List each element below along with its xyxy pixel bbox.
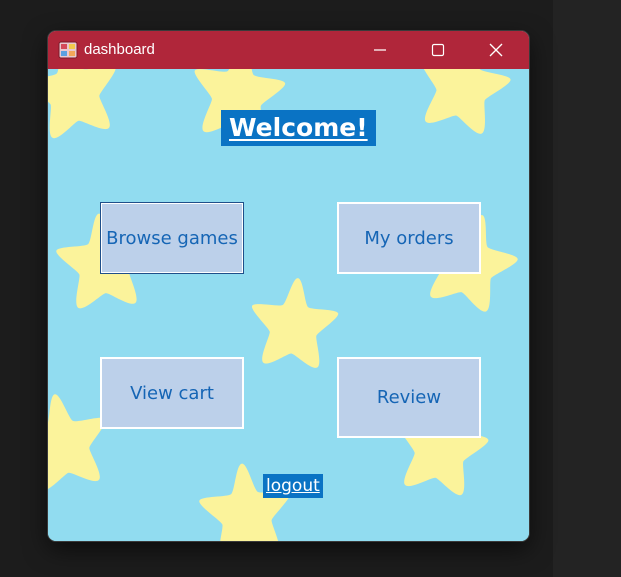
minimize-icon xyxy=(374,49,386,51)
star-shape xyxy=(408,69,518,138)
logout-link[interactable]: logout xyxy=(263,474,323,498)
minimize-button[interactable] xyxy=(351,31,409,69)
background-panel xyxy=(553,0,621,577)
star-shape xyxy=(48,69,126,142)
welcome-heading: Welcome! xyxy=(221,110,376,146)
maximize-icon xyxy=(431,43,445,57)
app-window-icon xyxy=(58,40,78,60)
dashboard-window: dashboard Welcome! Browse games My order… xyxy=(48,31,529,541)
browse-games-button[interactable]: Browse games xyxy=(100,202,244,274)
window-title: dashboard xyxy=(84,41,155,58)
close-icon xyxy=(489,43,503,57)
review-button[interactable]: Review xyxy=(337,357,481,438)
my-orders-button[interactable]: My orders xyxy=(337,202,481,274)
view-cart-button[interactable]: View cart xyxy=(100,357,244,429)
dashboard-content: Welcome! Browse games My orders View car… xyxy=(48,69,529,541)
close-button[interactable] xyxy=(467,31,525,69)
star-shape xyxy=(196,459,296,541)
maximize-button[interactable] xyxy=(409,31,467,69)
star-shape xyxy=(247,274,342,370)
title-bar[interactable]: dashboard xyxy=(48,31,529,69)
